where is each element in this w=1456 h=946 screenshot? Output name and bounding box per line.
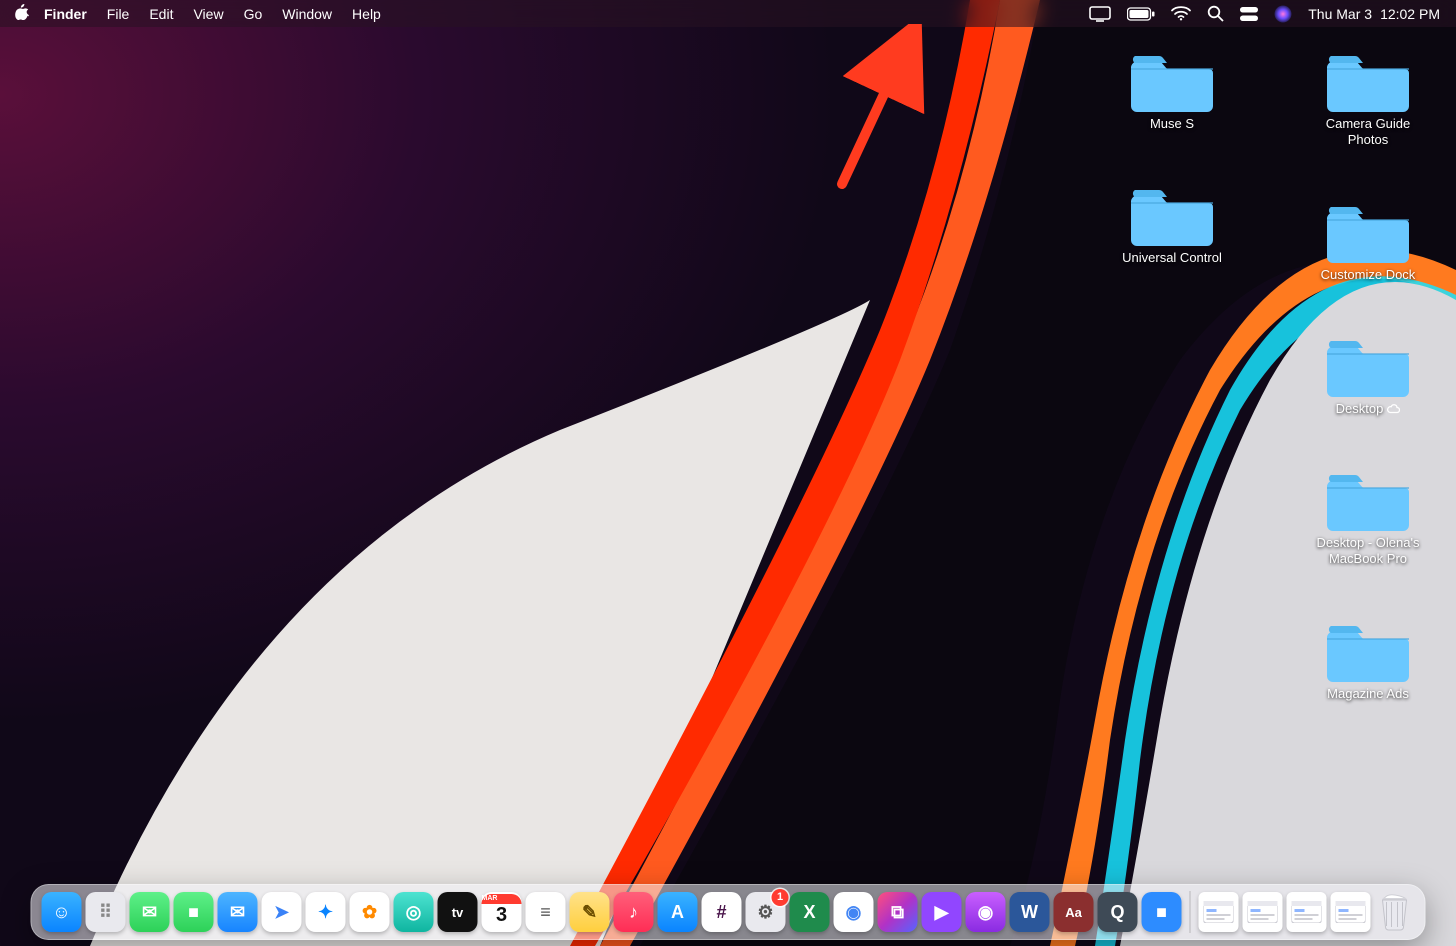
- dock-app-photos[interactable]: ✿: [350, 892, 390, 932]
- annotation-arrow: [830, 24, 940, 194]
- menubar-item-help[interactable]: Help: [342, 6, 391, 22]
- desktop-folder-label: Muse S: [1150, 116, 1194, 132]
- dock-minimized-window[interactable]: [1331, 892, 1371, 932]
- dock-minimized-window[interactable]: [1243, 892, 1283, 932]
- dock-trash[interactable]: [1375, 892, 1415, 932]
- folder-icon: [1327, 50, 1409, 112]
- folder-icon: [1327, 469, 1409, 531]
- dock-app-quicktime[interactable]: Q: [1098, 892, 1138, 932]
- desktop-folder[interactable]: Desktop: [1308, 335, 1428, 417]
- dock-app-zoom[interactable]: ■: [1142, 892, 1182, 932]
- menubar-item-edit[interactable]: Edit: [139, 6, 183, 22]
- display-icon[interactable]: [1089, 6, 1111, 22]
- folder-icon: [1327, 335, 1409, 397]
- menubar-item-file[interactable]: File: [97, 6, 140, 22]
- badge: 1: [772, 889, 789, 906]
- dock-app-calendar[interactable]: MAR3: [482, 892, 522, 932]
- dock-app-messages[interactable]: ✉: [130, 892, 170, 932]
- folder-icon: [1327, 201, 1409, 263]
- dock-app-facetime[interactable]: ■: [174, 892, 214, 932]
- dock-separator: [1190, 891, 1191, 933]
- desktop-folder-label: Desktop: [1336, 401, 1401, 417]
- battery-icon[interactable]: [1127, 7, 1155, 21]
- dock-app-launchpad[interactable]: ⠿: [86, 892, 126, 932]
- dock-app-excel[interactable]: X: [790, 892, 830, 932]
- desktop-folder-label: Desktop - Olena's MacBook Pro: [1308, 535, 1428, 568]
- desktop-folder[interactable]: Magazine Ads: [1308, 620, 1428, 702]
- desktop-folder[interactable]: Desktop - Olena's MacBook Pro: [1308, 469, 1428, 568]
- menubar-time: 12:02 PM: [1380, 6, 1440, 22]
- dock-app-appletv[interactable]: tv: [438, 892, 478, 932]
- dock-app-twitch[interactable]: ▶: [922, 892, 962, 932]
- desktop-folder-label: Magazine Ads: [1327, 686, 1409, 702]
- dock-app-slack[interactable]: #: [702, 892, 742, 932]
- desktop-folder-label: Camera Guide Photos: [1308, 116, 1428, 149]
- menubar-app-name[interactable]: Finder: [34, 6, 97, 22]
- menubar-item-window[interactable]: Window: [272, 6, 342, 22]
- folder-icon: [1327, 620, 1409, 682]
- menubar-item-go[interactable]: Go: [234, 6, 273, 22]
- spotlight-icon[interactable]: [1207, 5, 1224, 22]
- control-center-icon[interactable]: [1240, 7, 1258, 21]
- desktop-folder[interactable]: Customize Dock: [1308, 201, 1428, 283]
- siri-icon[interactable]: [1274, 5, 1292, 23]
- dock-app-music[interactable]: ♪: [614, 892, 654, 932]
- apple-menu-icon[interactable]: [14, 4, 34, 23]
- dock-app-podcasts[interactable]: ◉: [966, 892, 1006, 932]
- dock-app-appstore[interactable]: A: [658, 892, 698, 932]
- dock-app-maps[interactable]: ➤: [262, 892, 302, 932]
- desktop-folder-label: Universal Control: [1122, 250, 1222, 266]
- menubar-item-view[interactable]: View: [183, 6, 233, 22]
- dock-minimized-window[interactable]: [1199, 892, 1239, 932]
- desktop-folder-label: Customize Dock: [1321, 267, 1416, 283]
- desktop-folder[interactable]: Camera Guide Photos: [1308, 50, 1428, 149]
- menubar-date: Thu Mar 3: [1308, 6, 1372, 22]
- dock-app-word[interactable]: W: [1010, 892, 1050, 932]
- dock-app-dictionary[interactable]: Aa: [1054, 892, 1094, 932]
- desktop-folder[interactable]: Universal Control: [1112, 184, 1232, 266]
- menubar: Finder File Edit View Go Window Help Thu: [0, 0, 1456, 27]
- dock-app-settings[interactable]: ⚙1: [746, 892, 786, 932]
- dock-app-reminders[interactable]: ≡: [526, 892, 566, 932]
- dock-app-findmy[interactable]: ◎: [394, 892, 434, 932]
- dock-app-mail[interactable]: ✉: [218, 892, 258, 932]
- dock-minimized-window[interactable]: [1287, 892, 1327, 932]
- menubar-clock[interactable]: Thu Mar 3 12:02 PM: [1308, 6, 1440, 22]
- dock-app-notes[interactable]: ✎: [570, 892, 610, 932]
- dock: ☺⠿✉■✉➤✦✿◎tvMAR3≡✎♪A#⚙1X◉⧉▶◉WAaQ■: [31, 884, 1426, 940]
- folder-icon: [1131, 184, 1213, 246]
- dock-app-finder[interactable]: ☺: [42, 892, 82, 932]
- dock-app-shortcuts[interactable]: ⧉: [878, 892, 918, 932]
- dock-app-chrome[interactable]: ◉: [834, 892, 874, 932]
- desktop-icons: Muse S Universal Control Camera Guide Pho…: [1112, 50, 1428, 702]
- dock-app-safari[interactable]: ✦: [306, 892, 346, 932]
- folder-icon: [1131, 50, 1213, 112]
- wifi-icon[interactable]: [1171, 6, 1191, 21]
- desktop-folder[interactable]: Muse S: [1112, 50, 1232, 132]
